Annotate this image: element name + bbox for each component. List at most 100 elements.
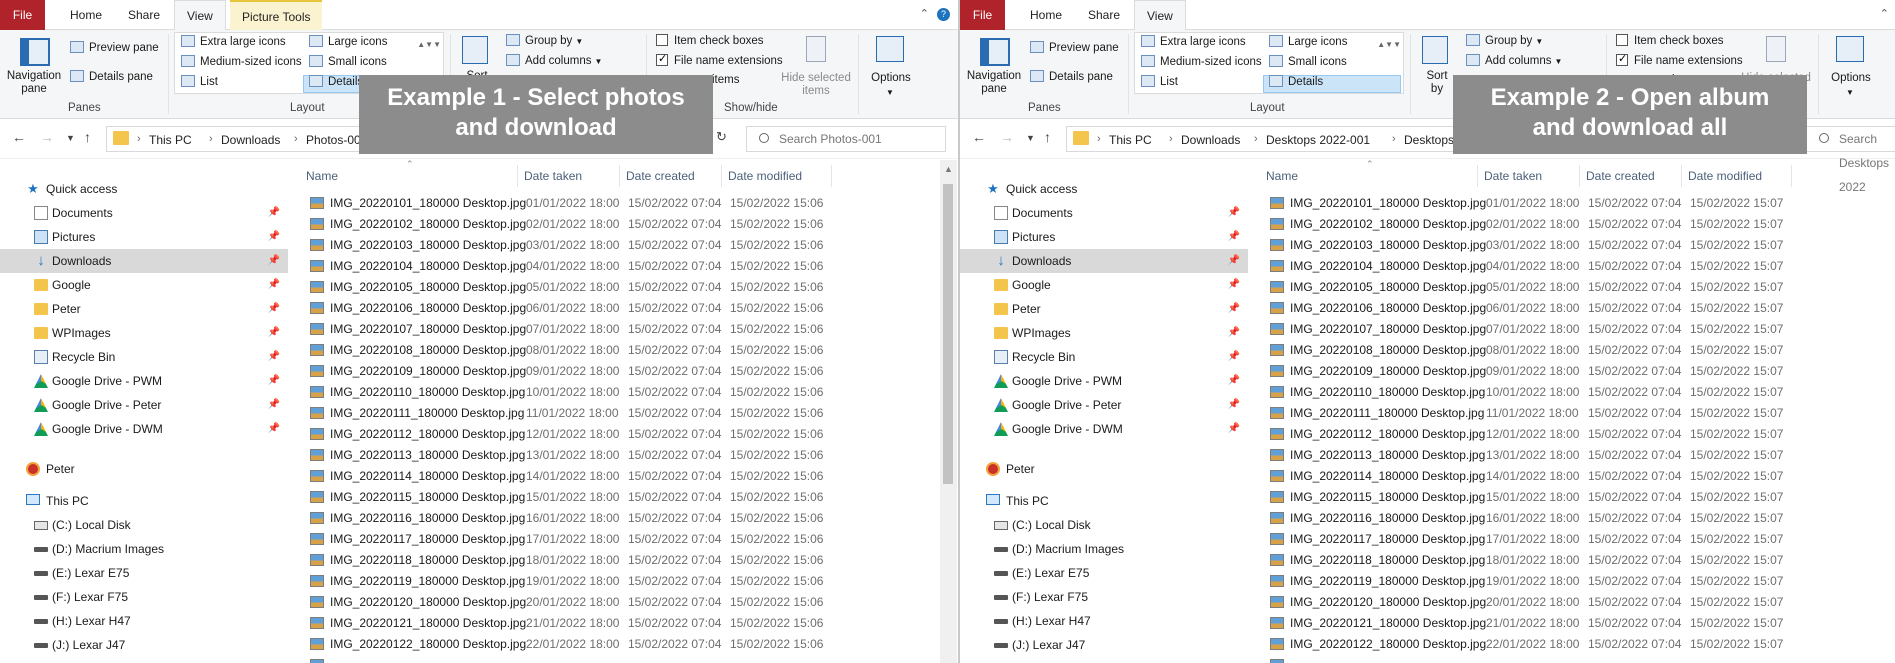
preview-pane-button[interactable]: Preview pane (1030, 41, 1119, 54)
nav-item[interactable]: Google Drive - PWM 📌 (960, 369, 1248, 393)
file-row[interactable]: IMG_20220122_180000 Desktop.jpg 22/01/202… (1270, 634, 1830, 655)
file-row[interactable]: IMG_20220119_180000 Desktop.jpg 19/01/202… (310, 571, 870, 592)
file-row[interactable]: IMG_20220105_180000 Desktop.jpg 05/01/202… (1270, 277, 1830, 298)
file-row[interactable]: IMG_20220116_180000 Desktop.jpg 16/01/202… (310, 508, 870, 529)
nav-item[interactable]: WPImages 📌 (960, 321, 1248, 345)
file-row[interactable]: IMG_20220112_180000 Desktop.jpg 12/01/202… (1270, 424, 1830, 445)
options-button[interactable]: Options ▼ (1828, 32, 1874, 100)
tab-home[interactable]: Home (58, 0, 114, 30)
file-row[interactable]: IMG_20220103_180000 Desktop.jpg 03/01/202… (310, 235, 870, 256)
breadcrumb-item[interactable]: Desktops 2022-001 (1266, 133, 1370, 147)
preview-pane-button[interactable]: Preview pane (70, 41, 159, 54)
nav-user[interactable]: Peter (960, 457, 1248, 481)
file-name-extensions-toggle[interactable]: File name extensions (1616, 52, 1743, 67)
pin-icon[interactable]: 📌 (1228, 273, 1240, 297)
search-box[interactable]: Search Photos-001 (746, 126, 946, 152)
file-row[interactable]: IMG_20220101_180000 Desktop.jpg 01/01/202… (1270, 193, 1830, 214)
item-check-boxes-checkbox[interactable] (1616, 34, 1628, 46)
item-check-boxes-toggle[interactable]: Item check boxes (1616, 34, 1723, 47)
scroll-thumb[interactable] (943, 184, 953, 484)
pin-icon[interactable]: 📌 (268, 201, 280, 225)
details-option[interactable]: Details (1269, 75, 1323, 88)
breadcrumb-item[interactable]: This PC (1109, 133, 1152, 147)
file-row[interactable]: IMG_20220117_180000 Desktop.jpg 17/01/202… (1270, 529, 1830, 550)
breadcrumb-item[interactable]: Downloads (221, 133, 280, 147)
hidden-items-label[interactable]: items (712, 74, 739, 86)
back-button[interactable]: ← (972, 129, 986, 145)
group-by-button[interactable]: Group by ▼ (1466, 34, 1543, 47)
nav-drive[interactable]: (J:) Lexar J47 (0, 633, 288, 657)
tab-home[interactable]: Home (1018, 0, 1074, 30)
file-name-extensions-checkbox[interactable] (1616, 52, 1628, 66)
details-pane-button[interactable]: Details pane (70, 70, 153, 83)
tab-picture-tools[interactable]: Picture Tools (230, 0, 323, 30)
nav-item[interactable]: Recycle Bin 📌 (960, 345, 1248, 369)
nav-item[interactable]: Recycle Bin 📌 (0, 345, 288, 369)
file-row[interactable]: IMG_20220105_180000 Desktop.jpg 05/01/202… (310, 277, 870, 298)
file-row[interactable]: IMG_20220111_180000 Desktop.jpg 11/01/202… (1270, 403, 1830, 424)
nav-drive[interactable]: (F:) Lexar F75 (960, 585, 1248, 609)
recent-locations-icon[interactable]: ▼ (66, 133, 75, 143)
file-name-extensions-checkbox[interactable] (656, 52, 668, 66)
file-row[interactable]: IMG_20220108_180000 Desktop.jpg 08/01/202… (1270, 340, 1830, 361)
column-date-modified[interactable]: Date modified (1682, 165, 1792, 187)
column-date-created[interactable]: Date created (620, 165, 722, 187)
nav-item[interactable]: Google 📌 (960, 273, 1248, 297)
file-row[interactable]: IMG_20220118_180000 Desktop.jpg 18/01/202… (310, 550, 870, 571)
navigation-pane-button[interactable]: Navigation pane (6, 32, 62, 100)
file-row-partial[interactable] (310, 655, 870, 663)
search-box[interactable]: Search Desktops 2022 (1806, 126, 1895, 194)
large-icons-option[interactable]: Large icons (309, 35, 387, 48)
pin-icon[interactable]: 📌 (1228, 249, 1240, 273)
nav-drive[interactable]: (C:) Local Disk (960, 513, 1248, 537)
file-row[interactable]: IMG_20220101_180000 Desktop.jpg 01/01/202… (310, 193, 870, 214)
nav-item[interactable]: Google Drive - Peter 📌 (960, 393, 1248, 417)
item-check-boxes-toggle[interactable]: Item check boxes (656, 34, 763, 47)
file-row[interactable]: IMG_20220111_180000 Desktop.jpg 11/01/202… (310, 403, 870, 424)
tab-file[interactable]: File (0, 0, 45, 30)
nav-item[interactable]: ↓ Downloads 📌 (0, 249, 288, 273)
nav-user[interactable]: Peter (0, 457, 288, 481)
file-row[interactable]: IMG_20220116_180000 Desktop.jpg 16/01/202… (1270, 508, 1830, 529)
file-row[interactable]: IMG_20220110_180000 Desktop.jpg 10/01/202… (310, 382, 870, 403)
up-button[interactable]: ↑ (1044, 129, 1051, 145)
layout-scroll-icon[interactable]: ▲▼▼ (417, 35, 441, 54)
file-row[interactable]: IMG_20220102_180000 Desktop.jpg 02/01/202… (310, 214, 870, 235)
layout-scroll-icon[interactable]: ▲▼▼ (1377, 35, 1401, 54)
item-check-boxes-checkbox[interactable] (656, 34, 668, 46)
nav-drive[interactable]: (H:) Lexar H47 (0, 609, 288, 633)
sort-by-button[interactable]: Sort by (1420, 32, 1454, 100)
pin-icon[interactable]: 📌 (1228, 393, 1240, 417)
nav-drive[interactable]: (D:) Macrium Images (960, 537, 1248, 561)
tab-file[interactable]: File (960, 0, 1005, 30)
nav-drive[interactable]: (E:) Lexar E75 (960, 561, 1248, 585)
pin-icon[interactable]: 📌 (1228, 321, 1240, 345)
hide-selected-items-button[interactable]: Hide selected items (778, 32, 854, 100)
nav-item[interactable]: Pictures 📌 (0, 225, 288, 249)
nav-item[interactable]: Google Drive - DWM 📌 (0, 417, 288, 441)
file-row-partial[interactable] (1270, 655, 1830, 663)
nav-drive[interactable]: (J:) Lexar J47 (960, 633, 1248, 657)
nav-drive[interactable]: (H:) Lexar H47 (960, 609, 1248, 633)
breadcrumb-item[interactable]: This PC (149, 133, 192, 147)
file-row[interactable]: IMG_20220117_180000 Desktop.jpg 17/01/202… (310, 529, 870, 550)
list-option[interactable]: List (1141, 75, 1178, 88)
column-date-modified[interactable]: Date modified (722, 165, 832, 187)
nav-item[interactable]: Google Drive - PWM 📌 (0, 369, 288, 393)
file-row[interactable]: IMG_20220114_180000 Desktop.jpg 14/01/202… (310, 466, 870, 487)
pin-icon[interactable]: 📌 (268, 345, 280, 369)
nav-item[interactable]: Peter 📌 (0, 297, 288, 321)
scroll-up-icon[interactable]: ▲ (944, 164, 953, 174)
file-row[interactable]: IMG_20220118_180000 Desktop.jpg 18/01/202… (1270, 550, 1830, 571)
tab-share[interactable]: Share (116, 0, 172, 30)
small-icons-option[interactable]: Small icons (1269, 55, 1347, 68)
pin-icon[interactable]: 📌 (268, 393, 280, 417)
nav-item[interactable]: Documents 📌 (960, 201, 1248, 225)
medium-icons-option[interactable]: Medium-sized icons (1141, 55, 1262, 68)
nav-drive[interactable]: (F:) Lexar F75 (0, 585, 288, 609)
file-row[interactable]: IMG_20220109_180000 Desktop.jpg 09/01/202… (1270, 361, 1830, 382)
pin-icon[interactable]: 📌 (268, 225, 280, 249)
file-row[interactable]: IMG_20220115_180000 Desktop.jpg 15/01/202… (1270, 487, 1830, 508)
nav-this-pc[interactable]: This PC (960, 489, 1248, 513)
nav-this-pc[interactable]: This PC (0, 489, 288, 513)
